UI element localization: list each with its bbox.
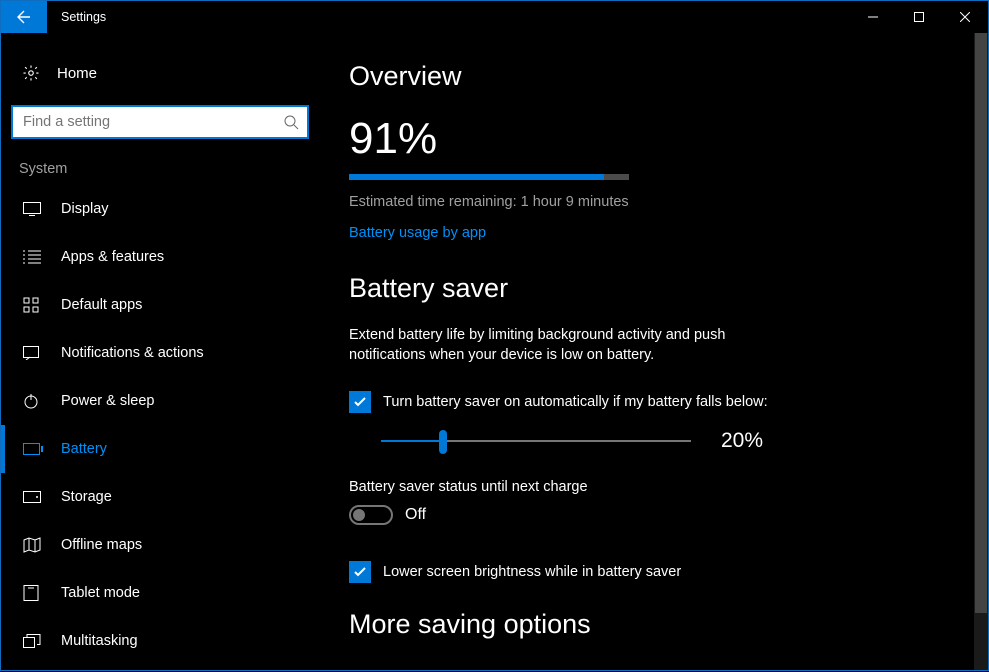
storage-icon [23, 491, 47, 503]
nav-item-default-apps[interactable]: Default apps [1, 281, 319, 329]
apps-icon [23, 297, 47, 313]
search-input[interactable] [11, 105, 309, 139]
threshold-value: 20% [721, 429, 763, 453]
nav-item-power[interactable]: Power & sleep [1, 377, 319, 425]
main-content: Overview 91% Estimated time remaining: 1… [319, 33, 988, 672]
battery-progress-fill [349, 174, 604, 180]
titlebar: Settings [1, 1, 988, 33]
minimize-icon [868, 12, 878, 22]
back-arrow-icon [16, 9, 32, 25]
brightness-row: Lower screen brightness while in battery… [349, 561, 958, 583]
nav-item-label: Power & sleep [61, 393, 155, 409]
battery-saver-heading: Battery saver [349, 273, 958, 304]
toggle-knob [353, 509, 365, 521]
auto-saver-label: Turn battery saver on automatically if m… [383, 394, 768, 410]
window-controls [850, 1, 988, 33]
slider-thumb[interactable] [439, 430, 447, 454]
nav-list: Display Apps & features Default apps Not… [1, 185, 319, 665]
nav-item-storage[interactable]: Storage [1, 473, 319, 521]
nav-item-tablet[interactable]: Tablet mode [1, 569, 319, 617]
home-label: Home [57, 65, 97, 82]
map-icon [23, 537, 47, 553]
status-toggle-row: Off [349, 505, 958, 525]
overview-heading: Overview [349, 61, 958, 92]
nav-item-label: Default apps [61, 297, 142, 313]
close-icon [960, 12, 970, 22]
threshold-row: 20% [349, 429, 958, 453]
status-value: Off [405, 506, 426, 524]
nav-item-label: Battery [61, 441, 107, 457]
nav-item-apps[interactable]: Apps & features [1, 233, 319, 281]
home-button[interactable]: Home [1, 51, 319, 95]
more-options-heading: More saving options [349, 609, 958, 640]
check-icon [353, 395, 367, 409]
nav-item-multitasking[interactable]: Multitasking [1, 617, 319, 665]
threshold-slider[interactable] [381, 440, 691, 442]
nav-item-label: Offline maps [61, 537, 142, 553]
gear-icon [19, 64, 43, 82]
nav-item-battery[interactable]: Battery [1, 425, 319, 473]
brightness-label: Lower screen brightness while in battery… [383, 564, 681, 580]
battery-progress [349, 174, 629, 180]
nav-item-notifications[interactable]: Notifications & actions [1, 329, 319, 377]
multitask-icon [23, 634, 47, 648]
nav-item-label: Display [61, 201, 109, 217]
status-toggle[interactable] [349, 505, 393, 525]
nav-item-maps[interactable]: Offline maps [1, 521, 319, 569]
back-button[interactable] [1, 1, 47, 33]
time-remaining: Estimated time remaining: 1 hour 9 minut… [349, 194, 958, 210]
nav-item-display[interactable]: Display [1, 185, 319, 233]
nav-item-label: Multitasking [61, 633, 138, 649]
scrollbar[interactable] [974, 33, 988, 670]
slider-fill [381, 440, 443, 442]
usage-by-app-link[interactable]: Battery usage by app [349, 225, 486, 241]
nav-item-label: Tablet mode [61, 585, 140, 601]
group-label: System [1, 151, 319, 185]
power-icon [23, 393, 47, 409]
scrollbar-thumb[interactable] [975, 33, 987, 613]
maximize-button[interactable] [896, 1, 942, 33]
close-button[interactable] [942, 1, 988, 33]
search-field[interactable] [23, 114, 283, 130]
list-icon [23, 250, 47, 264]
status-label: Battery saver status until next charge [349, 479, 958, 495]
auto-saver-checkbox[interactable] [349, 391, 371, 413]
maximize-icon [914, 12, 924, 22]
sidebar: Home System Display Apps & features Defa… [1, 33, 319, 672]
nav-item-label: Storage [61, 489, 112, 505]
brightness-checkbox[interactable] [349, 561, 371, 583]
battery-percent: 91% [349, 114, 958, 164]
nav-item-label: Notifications & actions [61, 345, 204, 361]
minimize-button[interactable] [850, 1, 896, 33]
battery-saver-desc: Extend battery life by limiting backgrou… [349, 326, 779, 365]
window-title: Settings [61, 10, 106, 24]
monitor-icon [23, 202, 47, 216]
notification-icon [23, 346, 47, 360]
tablet-icon [23, 585, 47, 601]
nav-item-label: Apps & features [61, 249, 164, 265]
search-icon [283, 114, 299, 130]
auto-saver-row: Turn battery saver on automatically if m… [349, 391, 958, 413]
check-icon [353, 565, 367, 579]
battery-icon [23, 443, 47, 455]
